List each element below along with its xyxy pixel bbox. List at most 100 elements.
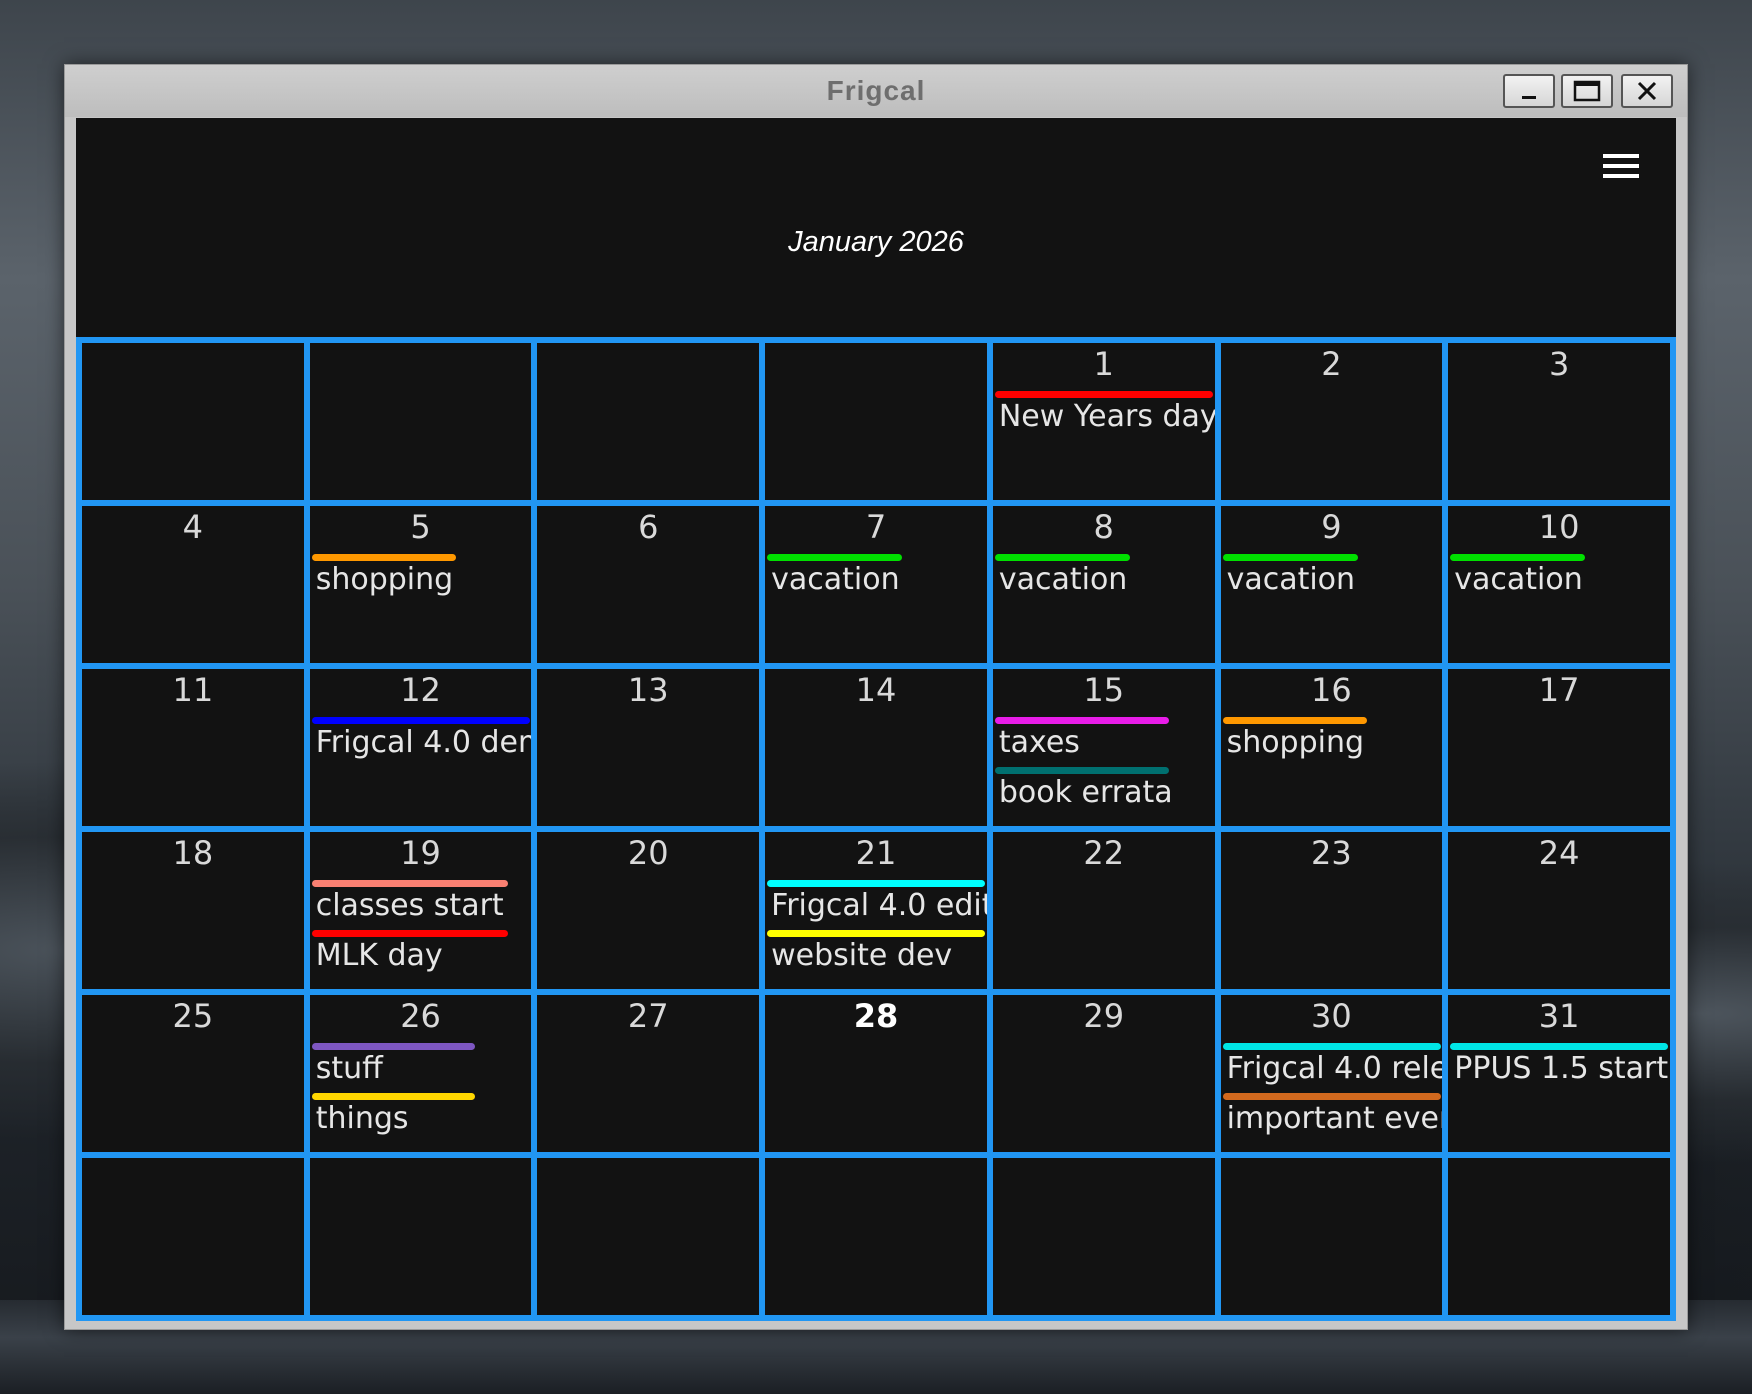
day-cell[interactable]	[537, 1158, 760, 1315]
day-cell[interactable]: 22	[992, 832, 1215, 989]
event-label: PPUS 1.5 start	[1454, 1051, 1669, 1086]
event-item[interactable]: New Years day	[993, 391, 1215, 447]
month-grid: 1 New Years day 2 3 4 5 shopping 6 7 vacation 8 vac…	[76, 337, 1676, 1321]
day-cell[interactable]: 24	[1448, 832, 1670, 989]
event-item[interactable]: Frigcal 4.0 edit book	[765, 880, 987, 936]
event-label: things	[315, 1101, 409, 1136]
event-item[interactable]: MLK day	[310, 930, 532, 986]
day-cell[interactable]: 30 Frigcal 4.0 release important event	[1220, 995, 1443, 1152]
event-color-bar	[767, 554, 903, 561]
day-cell[interactable]: 6	[537, 506, 760, 663]
event-item[interactable]: classes start	[310, 880, 532, 936]
day-cell[interactable]: 23	[1220, 832, 1443, 989]
day-cell[interactable]: 12 Frigcal 4.0 demo	[309, 669, 532, 826]
day-cell[interactable]	[1448, 1158, 1670, 1315]
event-item[interactable]: Frigcal 4.0 release	[1221, 1043, 1442, 1099]
event-color-bar	[994, 717, 1169, 724]
day-cell[interactable]: 2	[1220, 343, 1443, 500]
day-cell[interactable]: 7 vacation	[765, 506, 987, 663]
event-label: vacation	[998, 562, 1128, 597]
day-cell[interactable]: 28	[765, 995, 987, 1152]
day-cell[interactable]: 31 PPUS 1.5 start	[1448, 995, 1670, 1152]
day-number: 3	[1548, 345, 1570, 383]
day-cell[interactable]: 29	[992, 995, 1215, 1152]
day-cell[interactable]: 16 shopping	[1220, 669, 1443, 826]
event-item[interactable]: vacation	[1221, 554, 1443, 610]
day-cell[interactable]: 10 vacation	[1448, 506, 1670, 663]
day-cell[interactable]	[1220, 1158, 1443, 1315]
day-cell[interactable]: 17	[1448, 669, 1670, 826]
day-number: 13	[627, 671, 669, 709]
day-number: 24	[1538, 834, 1580, 872]
day-cell[interactable]: 18	[82, 832, 304, 989]
day-number: 9	[1321, 508, 1342, 546]
close-button[interactable]	[1621, 74, 1673, 108]
day-cell[interactable]	[765, 343, 987, 500]
day-number: 21	[855, 834, 897, 872]
day-number: 18	[172, 834, 214, 872]
event-item[interactable]: things	[310, 1093, 532, 1149]
day-cell[interactable]: 5 shopping	[309, 506, 532, 663]
day-cell[interactable]: 21 Frigcal 4.0 edit book website dev	[765, 832, 987, 989]
day-cell[interactable]: 19 classes start MLK day	[309, 832, 532, 989]
event-color-bar	[1222, 554, 1358, 561]
day-number: 2	[1321, 345, 1342, 383]
event-label: vacation	[1226, 562, 1356, 597]
hamburger-menu-icon[interactable]	[1601, 152, 1641, 182]
event-item[interactable]: important event	[1221, 1093, 1442, 1149]
day-cell[interactable]: 1 New Years day	[992, 343, 1215, 500]
event-label: book errata	[998, 775, 1173, 810]
day-cell[interactable]: 26 stuff things	[309, 995, 532, 1152]
event-color-bar	[311, 717, 530, 724]
event-label: classes start	[315, 888, 504, 923]
maximize-button[interactable]	[1561, 74, 1613, 108]
day-cell[interactable]	[537, 343, 760, 500]
day-number: 6	[638, 508, 659, 546]
event-color-bar	[994, 554, 1130, 561]
event-item[interactable]: website dev	[765, 930, 987, 986]
app-window: Frigcal January 2026 1 New Years day 2 3 4 5 s…	[64, 64, 1688, 1330]
day-number: 31	[1538, 997, 1580, 1035]
day-cell[interactable]: 27	[537, 995, 760, 1152]
event-item[interactable]: stuff	[310, 1043, 532, 1099]
day-cell[interactable]	[82, 343, 304, 500]
event-item[interactable]: vacation	[993, 554, 1215, 610]
event-item[interactable]: PPUS 1.5 start	[1448, 1043, 1670, 1099]
day-cell[interactable]: 4	[82, 506, 304, 663]
event-item[interactable]: shopping	[1221, 717, 1443, 773]
event-color-bar	[994, 391, 1213, 398]
day-number: 4	[182, 508, 204, 546]
event-item[interactable]: taxes	[993, 717, 1215, 773]
day-cell[interactable]	[992, 1158, 1215, 1315]
event-color-bar	[1222, 717, 1367, 724]
event-item[interactable]: vacation	[765, 554, 987, 610]
event-label: shopping	[1226, 725, 1365, 760]
day-cell[interactable]: 9 vacation	[1220, 506, 1443, 663]
event-color-bar	[311, 554, 456, 561]
day-cell[interactable]	[765, 1158, 987, 1315]
day-cell[interactable]	[309, 343, 532, 500]
day-cell[interactable]: 11	[82, 669, 304, 826]
day-cell[interactable]: 3	[1448, 343, 1670, 500]
window-titlebar[interactable]: Frigcal	[65, 65, 1687, 117]
event-item[interactable]: vacation	[1448, 554, 1670, 610]
event-item[interactable]: shopping	[310, 554, 532, 610]
event-color-bar	[1450, 554, 1586, 561]
day-cell[interactable]: 8 vacation	[992, 506, 1215, 663]
day-number: 20	[627, 834, 669, 872]
day-cell[interactable]: 14	[765, 669, 987, 826]
day-cell[interactable]: 15 taxes book errata	[992, 669, 1215, 826]
calendar-app: January 2026 1 New Years day 2 3 4 5 shopping 6…	[76, 118, 1676, 1321]
minimize-icon	[1522, 96, 1536, 99]
day-cell[interactable]: 25	[82, 995, 304, 1152]
day-cell[interactable]	[82, 1158, 304, 1315]
day-number: 25	[172, 997, 214, 1035]
day-cell[interactable]	[309, 1158, 532, 1315]
minimize-button[interactable]	[1503, 74, 1555, 108]
event-color-bar	[311, 880, 508, 887]
event-item[interactable]: Frigcal 4.0 demo	[310, 717, 531, 773]
day-cell[interactable]: 13	[537, 669, 760, 826]
event-item[interactable]: book errata	[993, 767, 1215, 823]
day-cell[interactable]: 20	[537, 832, 760, 989]
day-number: 19	[400, 834, 441, 872]
